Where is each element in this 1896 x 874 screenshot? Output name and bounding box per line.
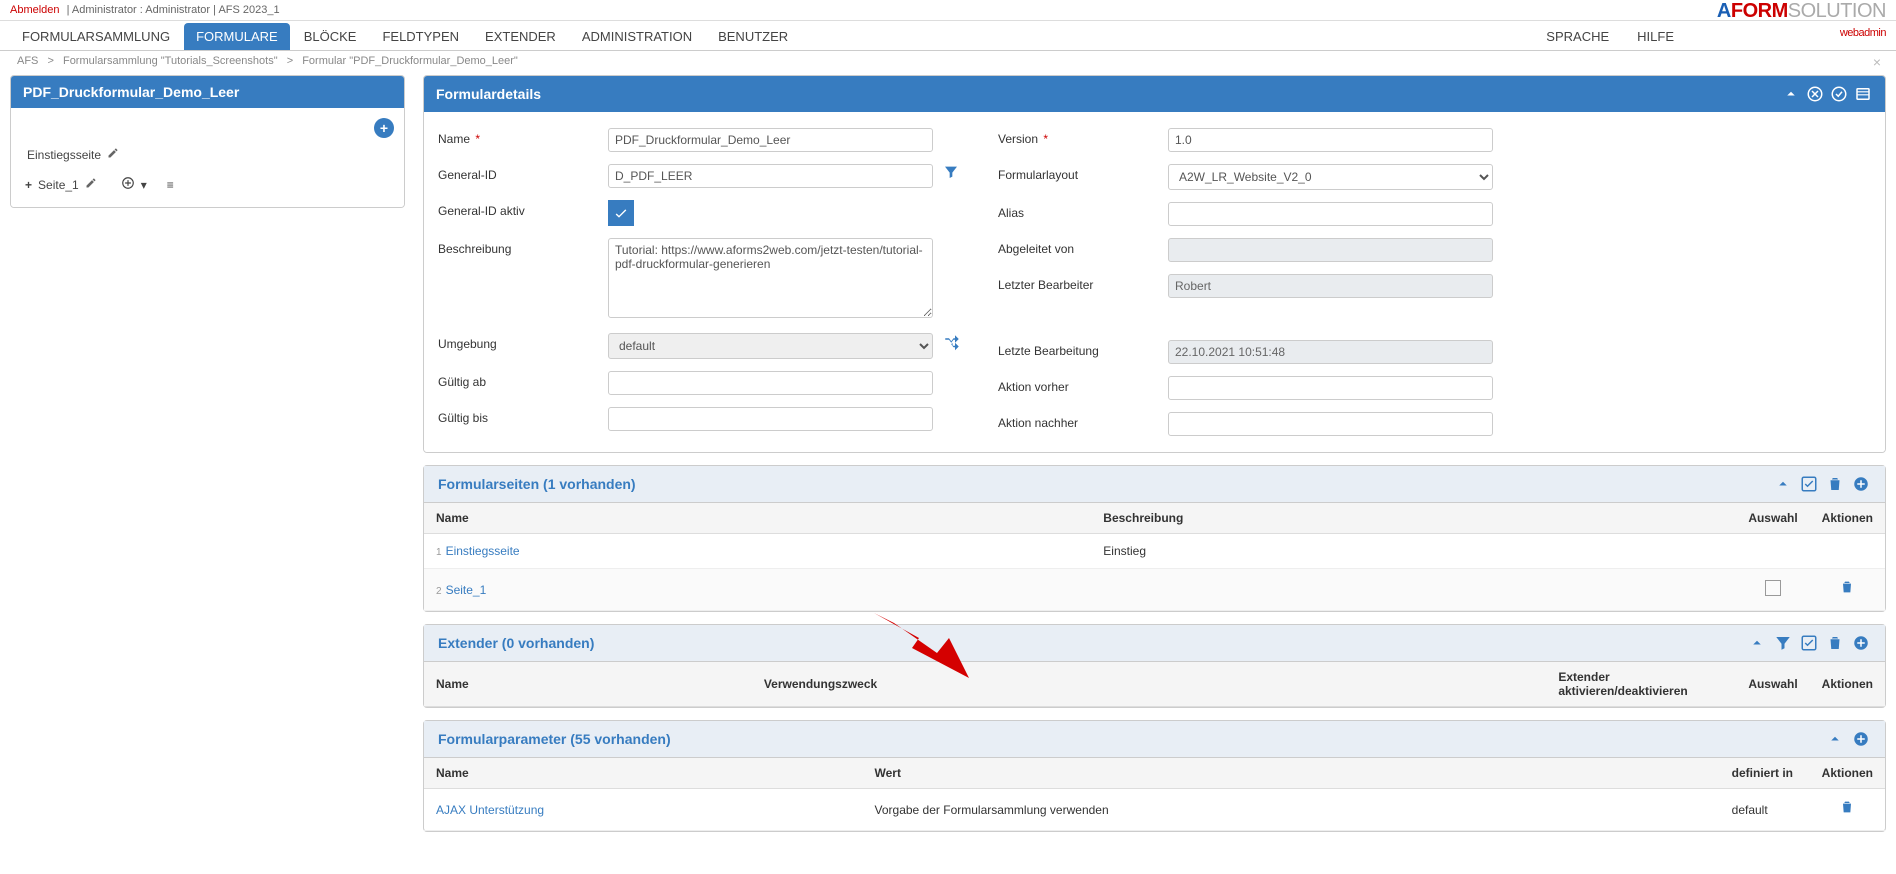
chevron-down-icon[interactable]: ▾ bbox=[141, 178, 147, 192]
section-extender: Extender (0 vorhanden) Name Verwendungsz… bbox=[423, 624, 1886, 708]
bearbeitung-input bbox=[1168, 340, 1493, 364]
label-abgeleitet: Abgeleitet von bbox=[998, 238, 1168, 256]
confirm-icon[interactable] bbox=[1829, 84, 1849, 104]
label-aktion-vorher: Aktion vorher bbox=[998, 376, 1168, 394]
menu-icon[interactable]: ≡ bbox=[167, 178, 174, 192]
section-formularseiten: Formularseiten (1 vorhanden) Name Beschr… bbox=[423, 465, 1886, 612]
section-title: Formularseiten (1 vorhanden) bbox=[438, 476, 1773, 492]
aktion-vorher-input[interactable] bbox=[1168, 376, 1493, 400]
umgebung-select[interactable]: default bbox=[608, 333, 933, 359]
user-info: | Administrator : Administrator | AFS 20… bbox=[67, 4, 280, 16]
table-row: 1Einstiegsseite Einstieg bbox=[424, 534, 1885, 569]
details-title: Formulardetails bbox=[436, 86, 1781, 102]
gueltig-ab-input[interactable] bbox=[608, 371, 933, 395]
add-icon[interactable]: + bbox=[374, 118, 394, 138]
label-generalid-aktiv: General-ID aktiv bbox=[438, 200, 608, 218]
edit-icon[interactable] bbox=[85, 177, 97, 192]
trash-icon[interactable] bbox=[1825, 633, 1845, 653]
label-alias: Alias bbox=[998, 202, 1168, 220]
add-small-icon[interactable] bbox=[121, 176, 135, 193]
trash-icon[interactable] bbox=[1839, 582, 1855, 599]
user-bar: Abmelden | Administrator : Administrator… bbox=[0, 0, 1896, 21]
collapse-icon[interactable] bbox=[1773, 474, 1793, 494]
breadcrumb-item: Formular "PDF_Druckformular_Demo_Leer" bbox=[302, 55, 518, 67]
nav-formulare[interactable]: FORMULARE bbox=[184, 23, 290, 50]
extender-table: Name Verwendungszweck Extender aktiviere… bbox=[424, 662, 1885, 707]
section-title: Formularparameter (55 vorhanden) bbox=[438, 731, 1825, 747]
beschreibung-input[interactable] bbox=[608, 238, 933, 318]
label-name: Name bbox=[438, 132, 470, 146]
add-icon[interactable] bbox=[1851, 474, 1871, 494]
plus-icon[interactable]: + bbox=[25, 178, 32, 192]
cancel-icon[interactable] bbox=[1805, 84, 1825, 104]
nav-benutzer[interactable]: BENUTZER bbox=[706, 23, 800, 50]
nav-extender[interactable]: EXTENDER bbox=[473, 23, 568, 50]
close-icon[interactable]: × bbox=[1873, 54, 1881, 70]
label-layout: Formularlayout bbox=[998, 164, 1168, 182]
check-icon[interactable] bbox=[1799, 633, 1819, 653]
name-input[interactable] bbox=[608, 128, 933, 152]
collapse-icon[interactable] bbox=[1825, 729, 1845, 749]
tree-entry[interactable]: Einstiegsseite bbox=[25, 143, 390, 166]
breadcrumb-item[interactable]: AFS bbox=[17, 55, 38, 67]
nav-administration[interactable]: ADMINISTRATION bbox=[570, 23, 704, 50]
filter-icon[interactable] bbox=[943, 164, 959, 180]
filter-icon[interactable] bbox=[1773, 633, 1793, 653]
list-icon[interactable] bbox=[1853, 84, 1873, 104]
seiten-table: Name Beschreibung Auswahl Aktionen 1Eins… bbox=[424, 503, 1885, 611]
nav-hilfe[interactable]: HILFE bbox=[1625, 23, 1686, 50]
label-aktion-nachher: Aktion nachher bbox=[998, 412, 1168, 430]
nav-bloecke[interactable]: BLÖCKE bbox=[292, 23, 369, 50]
trash-icon[interactable] bbox=[1825, 474, 1845, 494]
section-title: Extender (0 vorhanden) bbox=[438, 635, 1747, 651]
label-beschreibung: Beschreibung bbox=[438, 238, 608, 256]
logo: AFORMSOLUTION webadmin bbox=[1717, 0, 1886, 44]
details-panel: Formulardetails Name * bbox=[423, 75, 1886, 453]
table-row: AJAX Unterstützung Vorgabe der Formulars… bbox=[424, 789, 1885, 831]
breadcrumb-item[interactable]: Formularsammlung "Tutorials_Screenshots" bbox=[63, 55, 278, 67]
collapse-icon[interactable] bbox=[1747, 633, 1767, 653]
nav-formularsammlung[interactable]: FORMULARSAMMLUNG bbox=[10, 23, 182, 50]
aktion-nachher-input[interactable] bbox=[1168, 412, 1493, 436]
row-link[interactable]: Einstiegsseite bbox=[446, 544, 520, 558]
logout-link[interactable]: Abmelden bbox=[10, 4, 60, 16]
bearbeiter-input bbox=[1168, 274, 1493, 298]
label-gueltig-ab: Gültig ab bbox=[438, 371, 608, 389]
layout-select[interactable]: A2W_LR_Website_V2_0 bbox=[1168, 164, 1493, 190]
alias-input[interactable] bbox=[1168, 202, 1493, 226]
row-link[interactable]: Seite_1 bbox=[446, 583, 487, 597]
table-row: 2Seite_1 bbox=[424, 569, 1885, 611]
version-input[interactable] bbox=[1168, 128, 1493, 152]
label-bearbeiter: Letzter Bearbeiter bbox=[998, 274, 1168, 292]
row-checkbox[interactable] bbox=[1765, 580, 1781, 596]
generalid-input[interactable] bbox=[608, 164, 933, 188]
tree-page[interactable]: + Seite_1 ▾ ≡ bbox=[25, 172, 390, 197]
row-link[interactable]: AJAX Unterstützung bbox=[436, 803, 544, 817]
shuffle-icon[interactable] bbox=[943, 333, 961, 351]
nav-sprache[interactable]: SPRACHE bbox=[1534, 23, 1621, 50]
label-umgebung: Umgebung bbox=[438, 333, 608, 351]
generalid-aktiv-checkbox[interactable] bbox=[608, 200, 634, 226]
label-version: Version bbox=[998, 132, 1038, 146]
trash-icon[interactable] bbox=[1839, 802, 1855, 819]
nav-feldtypen[interactable]: FELDTYPEN bbox=[370, 23, 471, 50]
top-nav: FORMULARSAMMLUNG FORMULARE BLÖCKE FELDTY… bbox=[0, 21, 1896, 51]
add-icon[interactable] bbox=[1851, 633, 1871, 653]
tree-panel: PDF_Druckformular_Demo_Leer + Einstiegss… bbox=[10, 75, 405, 208]
tree-title: PDF_Druckformular_Demo_Leer bbox=[23, 84, 392, 100]
label-generalid: General-ID bbox=[438, 164, 608, 182]
gueltig-bis-input[interactable] bbox=[608, 407, 933, 431]
abgeleitet-input bbox=[1168, 238, 1493, 262]
check-icon[interactable] bbox=[1799, 474, 1819, 494]
breadcrumb: AFS > Formularsammlung "Tutorials_Screen… bbox=[0, 51, 1896, 71]
params-table: Name Wert definiert in Aktionen AJAX Unt… bbox=[424, 758, 1885, 831]
section-parameter: Formularparameter (55 vorhanden) Name We… bbox=[423, 720, 1886, 832]
edit-icon[interactable] bbox=[107, 147, 119, 162]
label-bearbeitung: Letzte Bearbeitung bbox=[998, 340, 1168, 358]
label-gueltig-bis: Gültig bis bbox=[438, 407, 608, 425]
add-icon[interactable] bbox=[1851, 729, 1871, 749]
collapse-icon[interactable] bbox=[1781, 84, 1801, 104]
